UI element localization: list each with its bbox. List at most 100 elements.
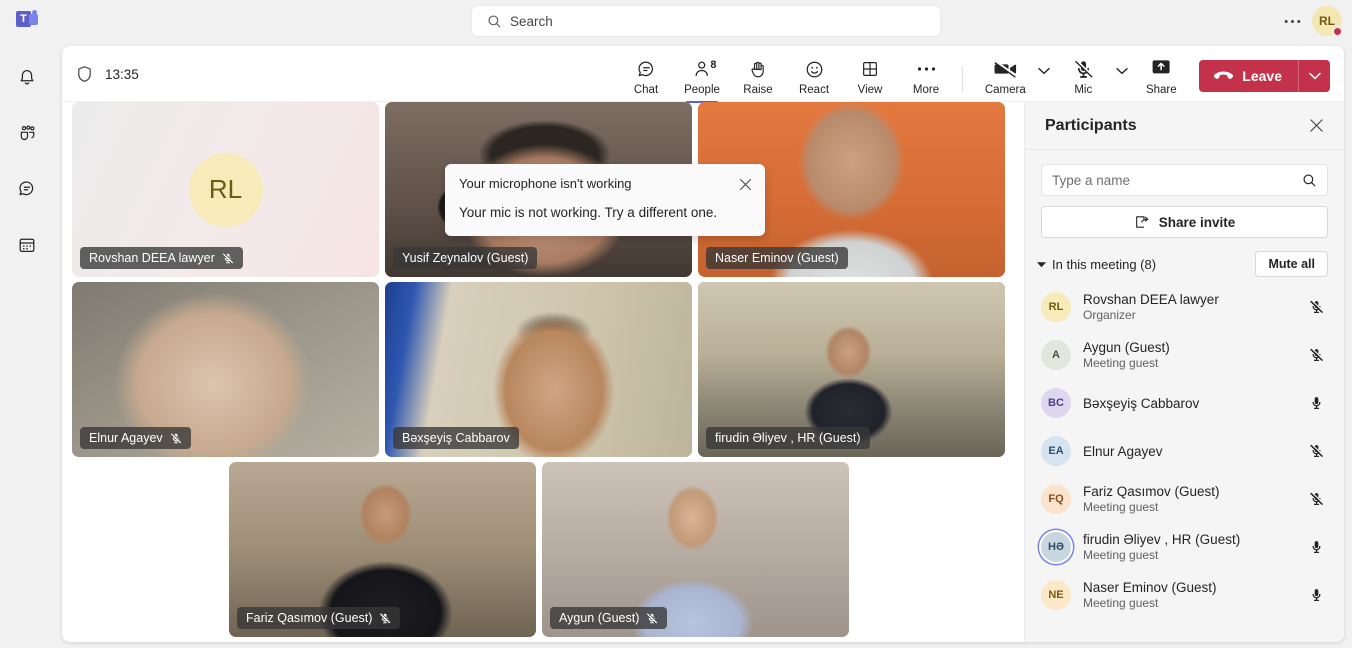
in-this-meeting-row: In this meeting (8) Mute all: [1033, 251, 1328, 277]
meeting-controls: Chat 8 People Raise React View More: [618, 46, 971, 103]
avatar[interactable]: RL: [1312, 6, 1343, 37]
tile-name: Rovshan DEEA lawyer: [89, 251, 215, 265]
settings-and-more-button[interactable]: [1278, 7, 1306, 35]
video-tile-elnur[interactable]: Elnur Agayev: [72, 282, 379, 457]
control-camera[interactable]: Camera: [977, 52, 1033, 102]
participant-name: Aygun (Guest): [1083, 340, 1170, 355]
mute-all-button[interactable]: Mute all: [1255, 251, 1328, 277]
teams-logo-icon: T: [16, 10, 38, 32]
camera-options-caret[interactable]: [1033, 52, 1055, 102]
control-react[interactable]: React: [786, 52, 842, 102]
list-item[interactable]: NE Naser Eminov (Guest) Meeting guest: [1025, 571, 1344, 619]
leave-options-caret[interactable]: [1298, 60, 1330, 92]
avatar: RL: [1041, 292, 1071, 322]
share-invite-button[interactable]: Share invite: [1041, 206, 1328, 238]
mic-error-toast: Your microphone isn't working Your mic i…: [445, 164, 765, 236]
participant-search-input[interactable]: Type a name: [1041, 164, 1328, 196]
control-mic-label: Mic: [1074, 84, 1093, 96]
control-people[interactable]: 8 People: [674, 52, 730, 103]
tile-name: Aygun (Guest): [559, 611, 640, 625]
participant-name: Elnur Agayev: [1083, 443, 1163, 459]
camera-off-icon: [993, 57, 1018, 81]
mic-off-icon[interactable]: [1306, 347, 1326, 363]
list-item[interactable]: A Aygun (Guest) Meeting guest: [1025, 331, 1344, 379]
mic-on-icon[interactable]: [1306, 539, 1326, 555]
participant-name: Rovshan DEEA lawyer: [1083, 292, 1219, 307]
control-mic[interactable]: Mic: [1055, 52, 1111, 102]
participant-role: Organizer: [1083, 308, 1136, 322]
teams-logo-small: [29, 14, 38, 25]
list-item[interactable]: HƏ firudin Əliyev , HR (Guest) Meeting g…: [1025, 523, 1344, 571]
avatar-initials: RL: [1319, 14, 1335, 28]
mute-all-label: Mute all: [1268, 257, 1315, 271]
tile-avatar: RL: [188, 152, 263, 227]
avatar: HƏ: [1041, 532, 1071, 562]
control-raise-label: Raise: [743, 84, 773, 96]
mic-options-caret[interactable]: [1111, 52, 1133, 102]
section-label: In this meeting (8): [1052, 256, 1157, 272]
meeting-status-cluster: 13:35: [76, 46, 139, 102]
control-share[interactable]: Share: [1133, 52, 1189, 102]
sidebar-item-communities[interactable]: [7, 116, 47, 150]
participants-list: RL Rovshan DEEA lawyer Organizer A Aygun…: [1025, 283, 1344, 642]
smiley-icon: [804, 57, 825, 81]
video-tile-aygun[interactable]: Aygun (Guest): [542, 462, 849, 637]
toast-body: Your mic is not working. Try a different…: [459, 205, 718, 220]
participant-info: Fariz Qasımov (Guest) Meeting guest: [1083, 484, 1294, 514]
list-item[interactable]: FQ Fariz Qasımov (Guest) Meeting guest: [1025, 475, 1344, 523]
control-chat[interactable]: Chat: [618, 52, 674, 102]
video-tile-rovshan[interactable]: RL Rovshan DEEA lawyer: [72, 102, 379, 277]
mic-on-icon[interactable]: [1306, 395, 1326, 411]
participant-name: Naser Eminov (Guest): [1083, 580, 1217, 595]
sidebar-item-calendar[interactable]: [7, 228, 47, 262]
participants-panel: Participants Type a name Share invite In…: [1024, 102, 1344, 642]
list-item[interactable]: BC Bəxşeyiş Cabbarov: [1025, 379, 1344, 427]
participant-info: Rovshan DEEA lawyer Organizer: [1083, 292, 1294, 322]
chat-bubble-icon: [636, 57, 657, 81]
tile-namebar: Fariz Qasımov (Guest): [237, 607, 401, 629]
avatar: FQ: [1041, 484, 1071, 514]
leave-button-group: Leave: [1199, 60, 1330, 92]
control-share-label: Share: [1145, 84, 1177, 96]
toolbar-divider: [962, 66, 963, 92]
list-item[interactable]: RL Rovshan DEEA lawyer Organizer: [1025, 283, 1344, 331]
tile-namebar: Yusif Zeynalov (Guest): [393, 247, 538, 269]
people-icon: [17, 123, 38, 143]
close-icon[interactable]: [1304, 114, 1328, 138]
close-icon[interactable]: [735, 174, 755, 194]
teams-logo-dot: [32, 10, 37, 15]
meeting-timer: 13:35: [105, 66, 139, 82]
hangup-icon: [1213, 70, 1234, 83]
leave-button[interactable]: Leave: [1199, 60, 1298, 92]
list-item[interactable]: EA Elnur Agayev: [1025, 427, 1344, 475]
shield-icon: [76, 65, 93, 83]
teams-logo-container: T: [0, 10, 54, 32]
section-toggle[interactable]: In this meeting (8): [1033, 257, 1156, 272]
sidebar-item-chat[interactable]: [7, 172, 47, 206]
tile-namebar: Rovshan DEEA lawyer: [80, 247, 243, 269]
sidebar-item-activity[interactable]: [7, 60, 47, 94]
search-icon: [482, 14, 506, 29]
mic-off-icon[interactable]: [1306, 443, 1326, 459]
participants-header: Participants: [1025, 102, 1344, 150]
video-tile-baxseyis[interactable]: Bəxşeyiş Cabbarov: [385, 282, 692, 457]
control-raise-hand[interactable]: Raise: [730, 52, 786, 102]
raise-hand-icon: [748, 57, 768, 81]
search-input[interactable]: Search: [472, 6, 940, 36]
tile-namebar: Elnur Agayev: [80, 427, 191, 449]
avatar: A: [1041, 340, 1071, 370]
mic-on-icon[interactable]: [1306, 587, 1326, 603]
tile-name: Fariz Qasımov (Guest): [246, 611, 373, 625]
control-view[interactable]: View: [842, 52, 898, 102]
video-tile-fariz[interactable]: Fariz Qasımov (Guest): [229, 462, 536, 637]
mic-off-icon[interactable]: [1306, 491, 1326, 507]
more-icon: [917, 57, 936, 81]
control-more[interactable]: More: [898, 52, 954, 102]
tile-namebar: Naser Eminov (Guest): [706, 247, 848, 269]
tile-name: Yusif Zeynalov (Guest): [402, 251, 529, 265]
chat-icon: [17, 179, 37, 199]
video-tile-firudin[interactable]: firudin Əliyev , HR (Guest): [698, 282, 1005, 457]
participant-role: Meeting guest: [1083, 356, 1159, 370]
mic-off-icon[interactable]: [1306, 299, 1326, 315]
control-view-label: View: [857, 84, 883, 96]
